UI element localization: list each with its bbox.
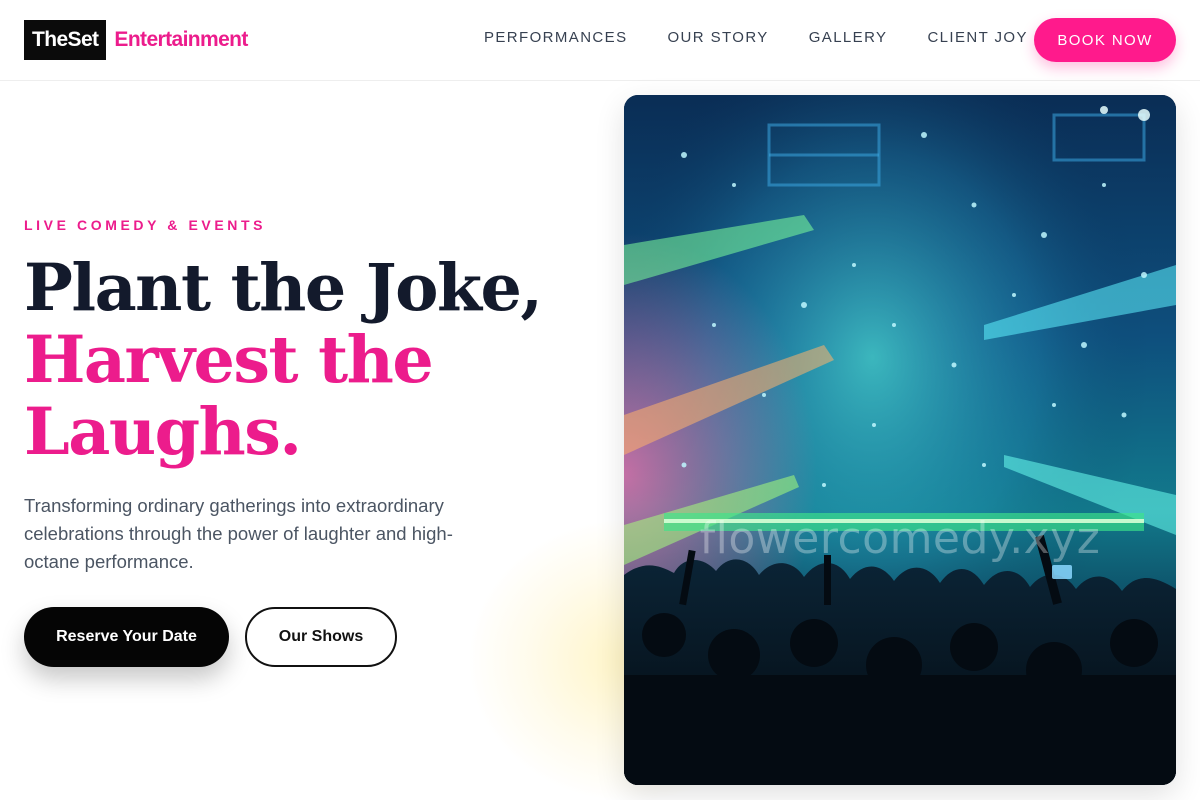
concert-illustration [624, 95, 1176, 785]
headline-line-1: Plant the Joke, [24, 250, 543, 326]
logo-suffix: Entertainment [114, 28, 248, 51]
hero-headline: Plant the Joke, Harvest the Laughs. [24, 250, 543, 470]
reserve-date-button[interactable]: Reserve Your Date [24, 607, 229, 667]
our-shows-button[interactable]: Our Shows [245, 607, 397, 667]
nav-link-performances[interactable]: PERFORMANCES [484, 29, 627, 46]
logo-box: TheSet [24, 20, 107, 60]
book-now-button[interactable]: BOOK NOW [1034, 18, 1176, 62]
nav-link-gallery[interactable]: GALLERY [809, 29, 888, 46]
site-header: TheSet Entertainment PERFORMANCES OUR ST… [0, 0, 1200, 81]
hero-concert-image: flowercomedy.xyz [624, 95, 1176, 785]
headline-line-2: Harvest the [24, 322, 434, 398]
hero-description: Transforming ordinary gatherings into ex… [24, 495, 453, 572]
main-nav: PERFORMANCES OUR STORY GALLERY CLIENT JO… [484, 29, 1068, 46]
nav-link-client-joy[interactable]: CLIENT JOY [927, 29, 1027, 46]
headline-line-3: Laughs. [24, 394, 302, 470]
nav-link-our-story[interactable]: OUR STORY [667, 29, 768, 46]
image-watermark: flowercomedy.xyz [699, 513, 1101, 564]
hero-eyebrow: LIVE COMEDY & EVENTS [24, 217, 267, 233]
brand-logo[interactable]: TheSet Entertainment [24, 20, 248, 60]
